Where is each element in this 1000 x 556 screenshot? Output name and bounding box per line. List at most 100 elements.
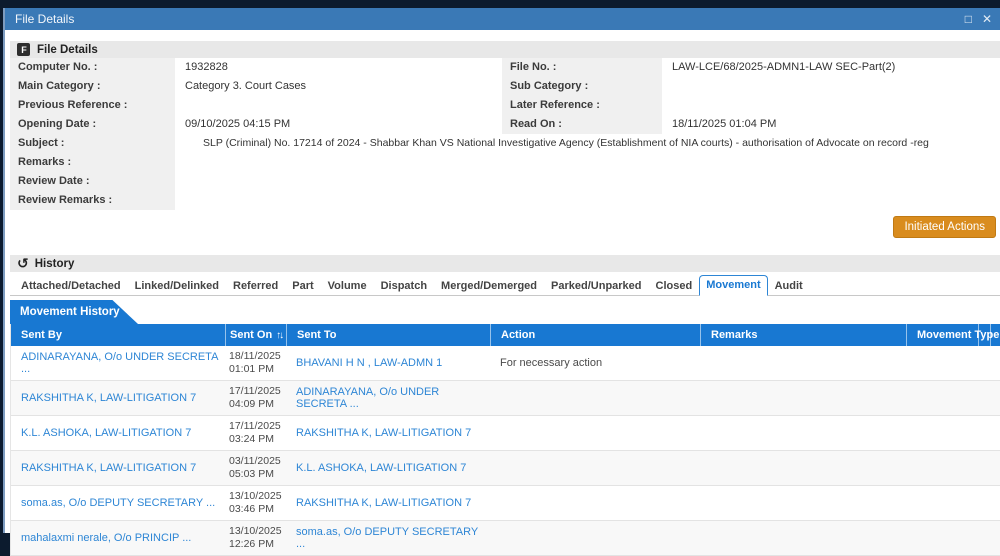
field-value: SLP (Criminal) No. 17214 of 2024 - Shabb… [175, 134, 1000, 153]
sent-by-link[interactable]: soma.as, O/o DEPUTY SECRETARY ... [21, 497, 215, 509]
field-label: Sub Category : [502, 77, 662, 96]
sent-on-date: 17/11/2025 [229, 420, 286, 433]
history-tab[interactable]: Part [285, 276, 320, 296]
sent-by-cell: mahalaxmi nerale, O/o PRINCIP ... [11, 532, 225, 544]
history-section-header: ↺ History [10, 255, 1000, 272]
field-label: Computer No. : [10, 58, 175, 77]
file-details-section-header: F File Details [10, 41, 1000, 58]
movement-table-row: soma.as, O/o DEPUTY SECRETARY ... 13/10/… [11, 486, 1000, 521]
history-tab[interactable]: Volume [321, 276, 374, 296]
movement-table-row: RAKSHITHA K, LAW-LITIGATION 7 17/11/2025… [11, 381, 1000, 416]
sent-by-link[interactable]: K.L. ASHOKA, LAW-LITIGATION 7 [21, 427, 191, 439]
sent-on-cell: 17/11/2025 04:09 PM [225, 385, 286, 411]
sent-by-link[interactable]: RAKSHITHA K, LAW-LITIGATION 7 [21, 462, 196, 474]
history-tab[interactable]: Audit [768, 276, 810, 296]
field-value: 18/11/2025 01:04 PM [662, 115, 1000, 134]
field-label: Later Reference : [502, 96, 662, 115]
history-tab[interactable]: Referred [226, 276, 285, 296]
details-single-row: Review Date : [10, 172, 1000, 191]
sent-to-cell: soma.as, O/o DEPUTY SECRETARY ... [286, 526, 490, 550]
file-details-dialog: File Details □ ✕ F File Details Computer… [3, 8, 1000, 533]
sent-to-cell: RAKSHITHA K, LAW-LITIGATION 7 [286, 427, 490, 439]
sent-by-link[interactable]: ADINARAYANA, O/o UNDER SECRETA ... [21, 351, 218, 375]
history-tab[interactable]: Dispatch [374, 276, 434, 296]
field-label: Opening Date : [10, 115, 175, 134]
sent-to-cell: ADINARAYANA, O/o UNDER SECRETA ... [286, 386, 490, 410]
sent-by-cell: ADINARAYANA, O/o UNDER SECRETA ... [11, 351, 225, 375]
sent-on-cell: 17/11/2025 03:24 PM [225, 420, 286, 446]
column-header-remarks: Remarks [700, 324, 906, 346]
field-label: Remarks : [10, 153, 175, 172]
sent-on-date: 03/11/2025 [229, 455, 286, 468]
maximize-icon[interactable]: □ [965, 8, 972, 30]
details-pair-row: Previous Reference : Later Reference : [10, 96, 1000, 115]
field-value [175, 153, 1000, 172]
file-details-section-title: File Details [37, 44, 98, 56]
initiated-actions-button[interactable]: Initiated Actions [893, 216, 996, 238]
sent-on-time: 12:26 PM [229, 538, 286, 551]
field-label: Main Category : [10, 77, 175, 96]
history-icon: ↺ [17, 257, 29, 270]
sent-by-cell: RAKSHITHA K, LAW-LITIGATION 7 [11, 462, 225, 474]
sent-to-link[interactable]: K.L. ASHOKA, LAW-LITIGATION 7 [296, 462, 466, 474]
field-label: Previous Reference : [10, 96, 175, 115]
sent-to-link[interactable]: soma.as, O/o DEPUTY SECRETARY ... [296, 526, 478, 550]
column-header-sent-on[interactable]: Sent On ↑↓ [225, 324, 286, 346]
history-tab-bar: Attached/Detached Linked/Delinked Referr… [10, 275, 1000, 296]
column-header-sent-by: Sent By [11, 324, 225, 346]
sent-to-cell: RAKSHITHA K, LAW-LITIGATION 7 [286, 497, 490, 509]
movement-history-banner-wrap: Movement History [10, 300, 1000, 324]
column-header-sent-to: Sent To [286, 324, 490, 346]
details-single-row: Remarks : [10, 153, 1000, 172]
sent-by-cell: K.L. ASHOKA, LAW-LITIGATION 7 [11, 427, 225, 439]
field-value [175, 96, 502, 115]
field-value: 09/10/2025 04:15 PM [175, 115, 502, 134]
column-header-movement-type: Movement Type [906, 324, 978, 346]
sort-icon[interactable]: ↑↓ [276, 330, 282, 341]
field-value [175, 172, 1000, 191]
sent-on-cell: 18/11/2025 01:01 PM [225, 350, 286, 376]
history-tab[interactable]: Closed [649, 276, 700, 296]
field-label: Review Remarks : [10, 191, 175, 210]
movement-history-banner: Movement History [10, 300, 138, 324]
history-section-title: History [35, 258, 75, 270]
sent-on-time: 04:09 PM [229, 398, 286, 411]
history-tab[interactable]: Movement [699, 275, 767, 296]
sent-on-date: 13/10/2025 [229, 525, 286, 538]
history-tab[interactable]: Attached/Detached [14, 276, 128, 296]
action-cell: For necessary action [490, 357, 700, 369]
dialog-titlebar: File Details □ ✕ [5, 8, 1000, 30]
movement-table-row: K.L. ASHOKA, LAW-LITIGATION 7 17/11/2025… [11, 416, 1000, 451]
sent-to-link[interactable]: RAKSHITHA K, LAW-LITIGATION 7 [296, 497, 471, 509]
actions-row: Initiated Actions [5, 210, 1000, 244]
close-icon[interactable]: ✕ [982, 8, 992, 30]
field-value [662, 96, 1000, 115]
movement-table-row: ADINARAYANA, O/o UNDER SECRETA ... 18/11… [11, 346, 1000, 381]
sent-to-cell: BHAVANI H N , LAW-ADMN 1 [286, 357, 490, 369]
sent-to-link[interactable]: BHAVANI H N , LAW-ADMN 1 [296, 357, 442, 369]
details-pair-row: Opening Date : 09/10/2025 04:15 PM Read … [10, 115, 1000, 134]
history-tab[interactable]: Merged/Demerged [434, 276, 544, 296]
sent-on-time: 01:01 PM [229, 363, 286, 376]
field-value [175, 191, 1000, 210]
details-pair-row: Computer No. : 1932828 File No. : LAW-LC… [10, 58, 1000, 77]
sent-on-date: 17/11/2025 [229, 385, 286, 398]
details-single-row: Review Remarks : [10, 191, 1000, 210]
sent-on-cell: 13/10/2025 03:46 PM [225, 490, 286, 516]
details-single-row: Subject : SLP (Criminal) No. 17214 of 20… [10, 134, 1000, 153]
sent-on-date: 13/10/2025 [229, 490, 286, 503]
details-pair-row: Main Category : Category 3. Court Cases … [10, 77, 1000, 96]
movement-table-body: ADINARAYANA, O/o UNDER SECRETA ... 18/11… [11, 346, 1000, 556]
sent-on-time: 05:03 PM [229, 468, 286, 481]
sent-by-link[interactable]: mahalaxmi nerale, O/o PRINCIP ... [21, 532, 191, 544]
sent-on-cell: 03/11/2025 05:03 PM [225, 455, 286, 481]
sent-by-cell: soma.as, O/o DEPUTY SECRETARY ... [11, 497, 225, 509]
details-grid: Computer No. : 1932828 File No. : LAW-LC… [10, 58, 1000, 210]
movement-table-row: RAKSHITHA K, LAW-LITIGATION 7 03/11/2025… [11, 451, 1000, 486]
history-tab[interactable]: Parked/Unparked [544, 276, 648, 296]
sent-to-link[interactable]: RAKSHITHA K, LAW-LITIGATION 7 [296, 427, 471, 439]
sent-by-link[interactable]: RAKSHITHA K, LAW-LITIGATION 7 [21, 392, 196, 404]
history-tab[interactable]: Linked/Delinked [128, 276, 226, 296]
sent-on-label: Sent On [230, 329, 272, 341]
sent-to-link[interactable]: ADINARAYANA, O/o UNDER SECRETA ... [296, 386, 439, 410]
